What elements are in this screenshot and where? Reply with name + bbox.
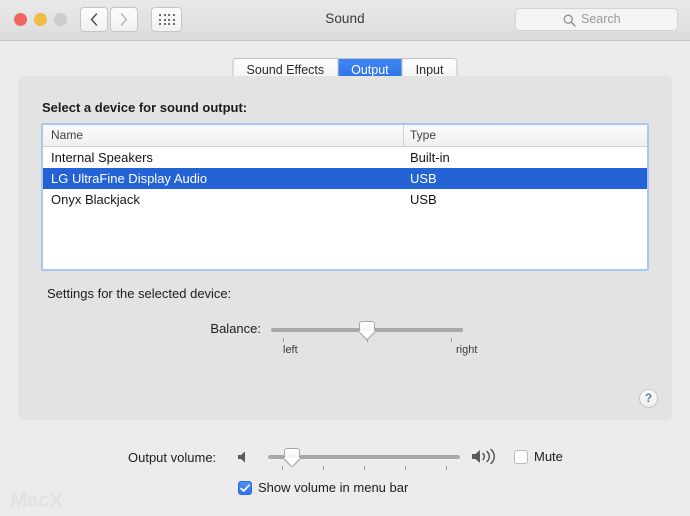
search-input[interactable]: Search bbox=[515, 8, 678, 31]
volume-tick-1 bbox=[282, 466, 283, 470]
window-titlebar: Sound Search bbox=[0, 0, 690, 41]
balance-left-label: left bbox=[283, 344, 298, 356]
table-header-row: Name Type bbox=[43, 125, 647, 147]
balance-slider-knob[interactable] bbox=[359, 321, 375, 339]
search-icon bbox=[563, 14, 576, 27]
device-type: Built-in bbox=[410, 150, 450, 165]
select-device-label: Select a device for sound output: bbox=[42, 100, 248, 115]
help-button[interactable]: ? bbox=[639, 389, 658, 408]
settings-for-device-label: Settings for the selected device: bbox=[47, 286, 232, 301]
table-row[interactable]: Internal Speakers Built-in bbox=[43, 147, 647, 168]
search-placeholder: Search bbox=[581, 12, 621, 26]
table-row[interactable]: Onyx Blackjack USB bbox=[43, 189, 647, 210]
mute-label: Mute bbox=[534, 449, 563, 464]
balance-slider[interactable] bbox=[271, 321, 463, 342]
column-divider[interactable] bbox=[403, 125, 404, 146]
output-volume-slider[interactable] bbox=[268, 448, 460, 470]
volume-slider-knob[interactable] bbox=[284, 448, 300, 466]
balance-right-label: right bbox=[456, 344, 478, 356]
balance-tick-left bbox=[283, 338, 284, 342]
speaker-high-icon bbox=[472, 448, 495, 465]
balance-tick-right bbox=[451, 338, 452, 342]
sound-preferences-window: Sound Search Sound Effects Output Input … bbox=[0, 0, 690, 516]
volume-tick-4 bbox=[405, 466, 406, 470]
device-table[interactable]: Name Type Internal Speakers Built-in LG … bbox=[41, 123, 649, 271]
table-row[interactable]: LG UltraFine Display Audio USB bbox=[43, 168, 647, 189]
speaker-low-icon bbox=[238, 451, 245, 463]
column-header-type[interactable]: Type bbox=[410, 128, 436, 142]
volume-tick-5 bbox=[446, 466, 447, 470]
volume-tick-3 bbox=[364, 466, 365, 470]
column-header-name[interactable]: Name bbox=[51, 128, 83, 142]
device-name: Internal Speakers bbox=[51, 150, 153, 165]
device-type: USB bbox=[410, 192, 437, 207]
mute-checkbox[interactable] bbox=[514, 450, 528, 464]
device-name: LG UltraFine Display Audio bbox=[51, 171, 208, 186]
volume-tick-2 bbox=[323, 466, 324, 470]
output-volume-label: Output volume: bbox=[128, 450, 217, 465]
show-volume-in-menu-bar-label: Show volume in menu bar bbox=[258, 480, 409, 495]
balance-label: Balance: bbox=[210, 321, 261, 336]
device-type: USB bbox=[410, 171, 437, 186]
show-volume-in-menu-bar-checkbox[interactable] bbox=[238, 481, 252, 495]
checkmark-icon bbox=[240, 484, 250, 492]
device-name: Onyx Blackjack bbox=[51, 192, 140, 207]
output-settings-panel: Select a device for sound output: Name T… bbox=[18, 76, 672, 420]
watermark: MacX bbox=[10, 489, 63, 512]
